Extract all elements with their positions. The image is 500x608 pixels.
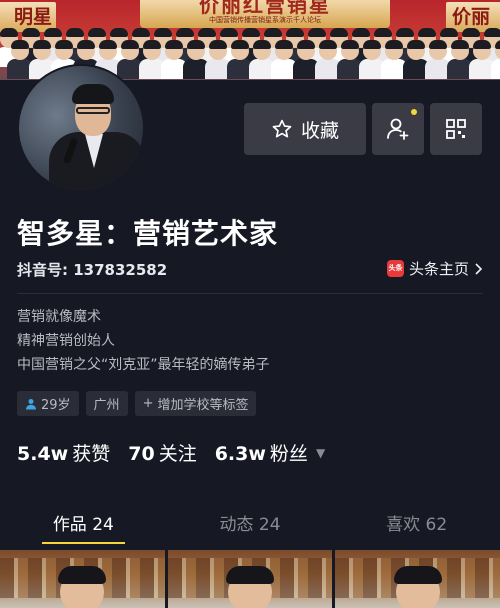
profile-tags: 29岁 广州 + 增加学校等标签 [17, 391, 257, 416]
tab-works[interactable]: 作品 24 [0, 508, 167, 544]
person-icon [26, 398, 36, 409]
likes-stat[interactable]: 5.4w 获赞 [17, 439, 110, 466]
video-thumbnail[interactable] [0, 550, 165, 608]
bio-line: 营销就像魔术 [17, 309, 101, 325]
tab-likes[interactable]: 喜欢 62 [333, 508, 500, 544]
divider [17, 293, 483, 294]
tab-activity[interactable]: 动态 24 [167, 508, 334, 544]
video-thumbnail[interactable] [335, 550, 500, 608]
toutiao-link-label: 头条主页 [408, 260, 469, 278]
plus-icon: + [142, 396, 154, 411]
collect-button[interactable]: 收藏 [244, 103, 366, 155]
fans-stat[interactable]: 6.3w 粉丝 [215, 439, 308, 466]
video-thumbnail[interactable] [167, 550, 333, 608]
douyin-id[interactable]: 抖音号: 137832582 [17, 259, 167, 280]
bio-line: 中国营销之父“刘克亚”最年轻的嫡传弟子 [17, 357, 270, 373]
bio: 营销就像魔术 精神营销创始人 中国营销之父“刘克亚”最年轻的嫡传弟子 [17, 305, 270, 377]
city-tag[interactable]: 广州 [85, 391, 128, 416]
profile-stats: 5.4w 获赞 70 关注 6.3w 粉丝 ▼ [17, 439, 325, 466]
content-tabs: 作品 24 动态 24 喜欢 62 [0, 508, 500, 544]
caret-down-icon[interactable]: ▼ [316, 446, 325, 460]
qr-code-button[interactable] [430, 103, 482, 155]
video-grid [0, 550, 500, 608]
cover-banner-title: 价丽红营销星 [199, 0, 331, 17]
following-stat[interactable]: 70 关注 [128, 439, 196, 466]
age-tag[interactable]: 29岁 [17, 391, 79, 416]
qr-code-icon [446, 119, 466, 139]
bio-line: 精神营销创始人 [17, 333, 115, 349]
star-icon [272, 119, 292, 138]
add-user-icon [387, 118, 409, 140]
toutiao-logo-icon: 头条 [386, 260, 404, 277]
toutiao-homepage-link[interactable]: 头条 头条主页 [386, 258, 483, 279]
notification-dot [411, 109, 417, 115]
cover-banner-subtitle: 中国营销传播营销星系演示千人论坛 [209, 16, 321, 24]
avatar[interactable] [17, 64, 145, 192]
add-school-tag-button[interactable]: + 增加学校等标签 [134, 391, 257, 416]
add-friend-button[interactable] [372, 103, 424, 155]
profile-name: 智多星：营销艺术家 [17, 217, 279, 250]
cover-banner-center: 价丽红营销星 中国营销传播营销星系演示千人论坛 [140, 0, 390, 28]
collect-button-label: 收藏 [300, 119, 339, 142]
chevron-right-icon [475, 262, 483, 275]
